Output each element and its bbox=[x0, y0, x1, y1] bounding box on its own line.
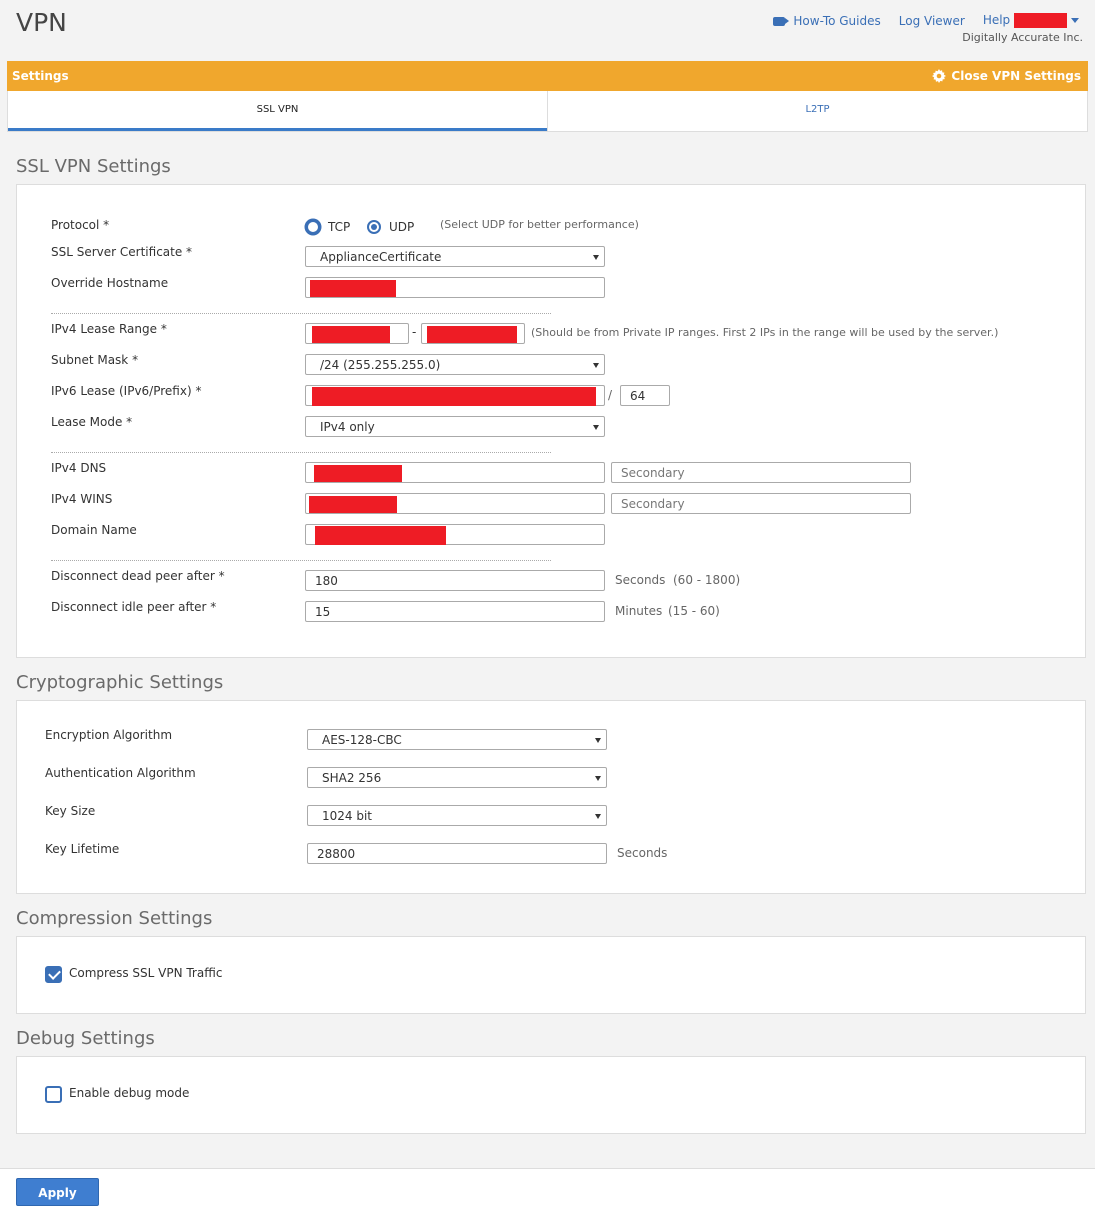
settings-bar: Settings Close VPN Settings bbox=[7, 61, 1088, 91]
ipv6-prefix-separator: / bbox=[608, 388, 613, 402]
override-hostname-input[interactable] bbox=[305, 277, 605, 298]
video-camera-icon bbox=[772, 16, 789, 26]
domain-name-input[interactable] bbox=[305, 524, 605, 545]
top-links: How-To Guides Log Viewer Help bbox=[772, 13, 1079, 28]
ipv6-lease-input[interactable] bbox=[305, 385, 605, 406]
footer-bar bbox=[0, 1168, 1095, 1213]
close-vpn-settings-button[interactable]: Close VPN Settings bbox=[932, 69, 1081, 83]
how-to-guides-link[interactable]: How-To Guides bbox=[772, 14, 881, 28]
tab-bar: SSL VPN L2TP bbox=[7, 91, 1088, 132]
idle-peer-input[interactable]: 15 bbox=[305, 601, 605, 622]
compression-section-title: Compression Settings bbox=[16, 908, 213, 929]
ipv4-lease-hint: (Should be from Private IP ranges. First… bbox=[531, 326, 999, 339]
override-hostname-label: Override Hostname bbox=[51, 276, 169, 290]
compress-traffic-checkbox[interactable] bbox=[45, 966, 62, 983]
protocol-tcp-radio[interactable] bbox=[306, 220, 320, 234]
domain-name-label: Domain Name bbox=[51, 523, 137, 537]
debug-mode-checkbox[interactable] bbox=[45, 1086, 62, 1103]
ipv4-lease-end-input[interactable] bbox=[421, 323, 525, 344]
idle-peer-unit: Minutes bbox=[615, 604, 663, 618]
key-lifetime-unit: Seconds bbox=[617, 846, 668, 860]
help-link[interactable]: Help bbox=[983, 13, 1079, 28]
redacted-value bbox=[315, 526, 446, 545]
redacted-username bbox=[1014, 13, 1067, 28]
ipv6-lease-label: IPv6 Lease (IPv6/Prefix) * bbox=[51, 384, 202, 398]
chevron-down-icon[interactable] bbox=[1071, 18, 1079, 23]
settings-label: Settings bbox=[12, 69, 69, 83]
ipv4-wins-label: IPv4 WINS bbox=[51, 492, 113, 506]
ipv4-dns-secondary-input[interactable]: Secondary bbox=[611, 462, 911, 483]
key-lifetime-input[interactable]: 28800 bbox=[307, 843, 607, 864]
ipv4-lease-separator: - bbox=[412, 325, 417, 339]
tab-l2tp[interactable]: L2TP bbox=[547, 91, 1087, 131]
redacted-value bbox=[314, 465, 402, 482]
idle-peer-range: (15 - 60) bbox=[668, 604, 720, 618]
redacted-value bbox=[427, 326, 517, 343]
apply-button[interactable]: Apply bbox=[16, 1178, 99, 1206]
divider bbox=[51, 313, 551, 314]
ipv4-dns-primary-input[interactable] bbox=[305, 462, 605, 483]
subnet-mask-select[interactable]: /24 (255.255.255.0) bbox=[305, 354, 605, 375]
authentication-label: Authentication Algorithm bbox=[45, 766, 196, 780]
redacted-value bbox=[312, 326, 390, 343]
crypto-section-title: Cryptographic Settings bbox=[16, 672, 224, 693]
key-lifetime-label: Key Lifetime bbox=[45, 842, 120, 856]
page-title: VPN bbox=[16, 8, 67, 37]
ipv4-dns-label: IPv4 DNS bbox=[51, 461, 107, 475]
encryption-label: Encryption Algorithm bbox=[45, 728, 173, 742]
dead-peer-input[interactable]: 180 bbox=[305, 570, 605, 591]
lease-mode-select[interactable]: IPv4 only bbox=[305, 416, 605, 437]
protocol-tcp-label: TCP bbox=[328, 220, 351, 234]
dead-peer-range: (60 - 1800) bbox=[673, 573, 741, 587]
protocol-udp-label: UDP bbox=[389, 220, 415, 234]
redacted-value bbox=[309, 496, 397, 513]
redacted-value bbox=[310, 280, 396, 297]
redacted-value bbox=[312, 387, 596, 406]
debug-section-title: Debug Settings bbox=[16, 1028, 155, 1049]
protocol-udp-radio[interactable] bbox=[367, 220, 381, 234]
protocol-label: Protocol * bbox=[51, 218, 110, 232]
ipv4-wins-secondary-input[interactable]: Secondary bbox=[611, 493, 911, 514]
dead-peer-label: Disconnect dead peer after * bbox=[51, 569, 225, 583]
log-viewer-link[interactable]: Log Viewer bbox=[899, 14, 965, 28]
authentication-select[interactable]: SHA2 256 bbox=[307, 767, 607, 788]
ipv6-prefix-input[interactable]: 64 bbox=[620, 385, 670, 406]
ipv4-lease-label: IPv4 Lease Range * bbox=[51, 322, 167, 336]
organization-name: Digitally Accurate Inc. bbox=[962, 31, 1083, 44]
compress-traffic-label: Compress SSL VPN Traffic bbox=[69, 966, 223, 980]
ipv4-lease-start-input[interactable] bbox=[305, 323, 409, 344]
key-size-select[interactable]: 1024 bit bbox=[307, 805, 607, 826]
key-size-label: Key Size bbox=[45, 804, 96, 818]
protocol-hint: (Select UDP for better performance) bbox=[440, 218, 639, 231]
lease-mode-label: Lease Mode * bbox=[51, 415, 133, 429]
divider bbox=[51, 452, 551, 453]
subnet-mask-label: Subnet Mask * bbox=[51, 353, 139, 367]
certificate-select[interactable]: ApplianceCertificate bbox=[305, 246, 605, 267]
ssl-vpn-section-title: SSL VPN Settings bbox=[16, 156, 171, 177]
certificate-label: SSL Server Certificate * bbox=[51, 245, 193, 259]
divider bbox=[51, 560, 551, 561]
debug-mode-label: Enable debug mode bbox=[69, 1086, 190, 1100]
idle-peer-label: Disconnect idle peer after * bbox=[51, 600, 217, 614]
ipv4-wins-primary-input[interactable] bbox=[305, 493, 605, 514]
dead-peer-unit: Seconds bbox=[615, 573, 666, 587]
gear-icon bbox=[932, 69, 947, 83]
encryption-select[interactable]: AES-128-CBC bbox=[307, 729, 607, 750]
tab-ssl-vpn[interactable]: SSL VPN bbox=[8, 91, 547, 131]
